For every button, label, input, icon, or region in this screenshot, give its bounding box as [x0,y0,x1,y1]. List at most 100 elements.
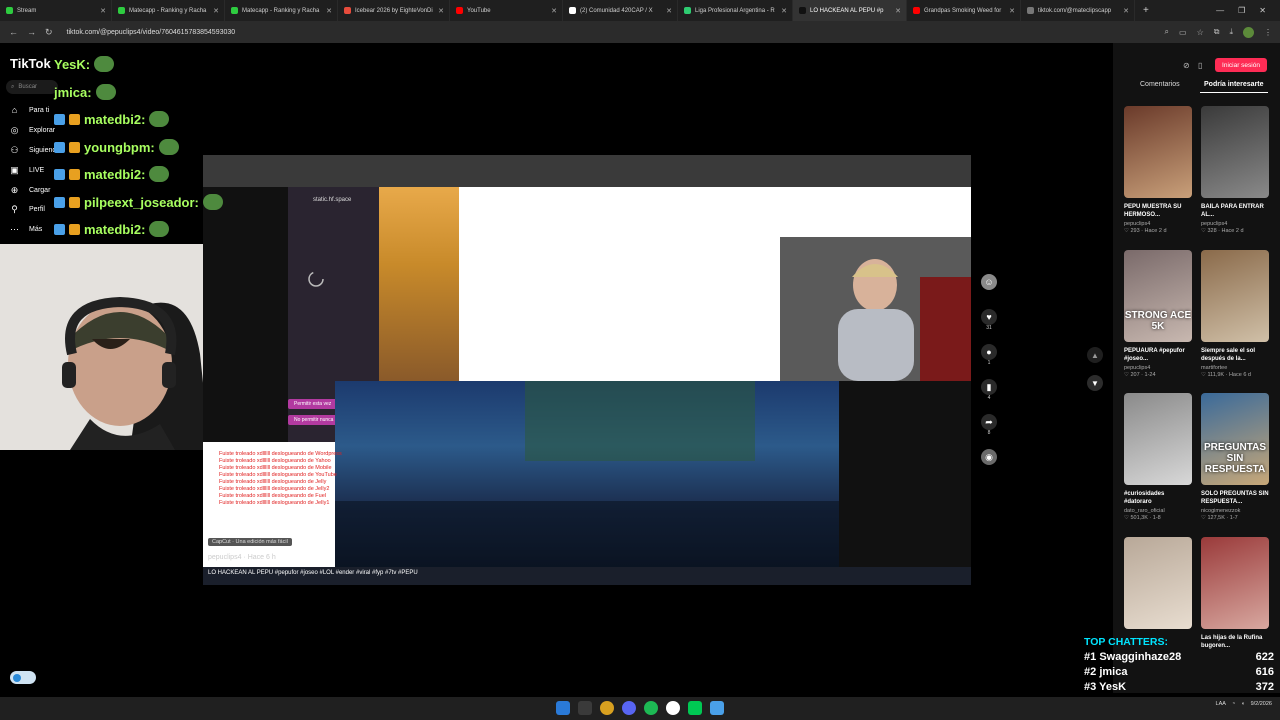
profile-avatar[interactable] [1243,26,1254,38]
recommended-card[interactable] [1124,537,1192,629]
recommended-card[interactable]: BAILA PARA ENTRAR AL... pepuclips4 ♡ 328 ·… [1201,106,1269,234]
maximize-icon[interactable]: ❐ [1238,6,1245,15]
action-bookmark[interactable]: ▮ 4 [980,379,998,401]
sidebar-item-5[interactable]: ⚲ Perfil [10,204,45,215]
browser-tab[interactable]: Stream ✕ [0,0,112,21]
app-green-icon[interactable] [688,701,702,715]
browser-tab[interactable]: (2) Comunidad 420CAP / X ✕ [563,0,678,21]
tab-close-icon[interactable]: ✕ [438,7,444,15]
top-chatter-row: #2 jmica 616 [1084,666,1274,678]
reload-icon[interactable]: ↻ [45,27,53,38]
files-icon[interactable] [578,701,592,715]
tab-close-icon[interactable]: ✕ [326,7,332,15]
sidebar-item-0[interactable]: ⌂ Para ti [10,105,49,115]
spotify-icon[interactable] [644,701,658,715]
tray-lang[interactable]: LAA [1216,701,1226,707]
cast-icon[interactable]: ⊘ [1183,61,1190,70]
browser-tab[interactable]: Icebear 2026 by EighteVonDi ✕ [338,0,450,21]
login-button[interactable]: Iniciar sesión [1215,58,1267,72]
start-icon[interactable] [556,701,570,715]
browser-tab[interactable]: LO HACKEAN AL PEPU #p ✕ [793,0,907,21]
downloads-icon[interactable]: ⤓ [1229,27,1233,37]
chat-message: youngbpm: [54,139,179,155]
sidebar-item-6[interactable]: ⋯ Más [10,224,42,235]
chat-message: jmica: [54,84,116,100]
card-thumbnail [1201,250,1269,342]
browser-tab[interactable]: Matecapp - Ranking y Racha ✕ [112,0,225,21]
tab-close-icon[interactable]: ✕ [551,7,557,15]
card-author: pepuclips4 [1124,365,1151,371]
action-count: 31 [986,325,992,331]
tab-close-icon[interactable]: ✕ [213,7,219,15]
cast-icon[interactable]: ▭ [1179,28,1187,37]
action-heart[interactable]: ♥ 31 [980,309,998,331]
thumb-overlay-text: STRONG ACE 5K [1124,310,1192,332]
close-icon[interactable]: ✕ [1259,6,1266,15]
minimize-icon[interactable]: — [1216,6,1224,15]
capcut-badge[interactable]: CapCut · Una edición más fácil [208,538,292,546]
device-icon[interactable]: ▯ [1198,61,1202,70]
recommended-card[interactable]: #curiosidades #datoraro dato_raro_oficial… [1124,393,1192,521]
recommended-card[interactable]: PEPU MUESTRA SU HERMOSO... pepuclips4 ♡ 29… [1124,106,1192,234]
compass-icon: ◎ [10,125,19,135]
recommended-card[interactable]: Siempre sale el sol después de la... mart… [1201,250,1269,378]
sidebar-item-3[interactable]: ▣ LIVE [10,165,44,176]
sidebar-item-label: Explorar [29,127,56,134]
previous-video-button[interactable]: ▲ [1087,347,1103,363]
sidebar-item-2[interactable]: ⚇ Siguiendo [10,145,60,156]
tab-close-icon[interactable]: ✕ [1123,7,1129,15]
tab-label: tiktok.com/@mateclipscapp [1038,7,1112,14]
tab-close-icon[interactable]: ✕ [666,7,672,15]
tab-close-icon[interactable]: ✕ [895,7,901,15]
sidebar-item-4[interactable]: ⊕ Cargar [10,185,51,196]
browser-tab[interactable]: tiktok.com/@mateclipscapp ✕ [1021,0,1135,21]
sidebar-item-1[interactable]: ◎ Explorar [10,125,56,136]
zoom-icon[interactable]: ⌕ [1165,27,1169,37]
tab-comments[interactable]: Comentarios [1140,81,1180,88]
browser-tab[interactable]: Liga Profesional Argentina - R ✕ [678,0,793,21]
chrome-icon[interactable] [600,701,614,715]
extensions-icon[interactable]: ⧉ [1214,27,1220,37]
tiktok-logo[interactable]: TikTok [10,56,51,71]
toggle-switch[interactable] [10,671,36,684]
recommended-card[interactable]: STRONG ACE 5K PEPUAURA #pepufor #joseo...… [1124,250,1192,378]
main-video[interactable]: static.hf.space Permitir esta vez No per… [203,155,971,585]
browser-tab[interactable]: YouTube ✕ [450,0,563,21]
chat-message: matedbi2: [54,221,170,237]
chat-username: jmica: [54,84,92,100]
music-disc[interactable]: ◉ [980,449,998,465]
recommended-card[interactable]: Las hijas de la Rufina bugoren... [1201,537,1269,650]
search-input[interactable]: ⌕ Buscar [6,80,58,94]
next-video-button[interactable]: ▼ [1087,375,1103,391]
tab-close-icon[interactable]: ✕ [781,7,787,15]
obs-icon[interactable] [666,701,680,715]
browser-tab[interactable]: Matecapp - Ranking y Racha ✕ [225,0,338,21]
log-line: Fuiste troleado xdllllll deslogueando de… [219,465,332,471]
volume-icon[interactable]: ◖ [1241,701,1244,707]
tray-clock[interactable]: 9/2/2026 [1251,701,1272,707]
action-comment[interactable]: ● 1 [980,344,998,366]
star-icon[interactable]: ☆ [1197,28,1204,37]
browser-tab[interactable]: Grandpas Smoking Weed for ✕ [907,0,1021,21]
search-placeholder: Buscar [18,84,38,90]
wifi-icon[interactable]: ◔ [1232,701,1235,707]
action-share[interactable]: ➦ 8 [980,414,998,436]
new-tab-icon[interactable]: + [1143,5,1149,16]
recommended-card[interactable]: PREGUNTAS SIN RESPUESTA SOLO PREGUNTAS SI… [1201,393,1269,521]
back-icon[interactable]: ← [9,27,18,37]
tab-recommended[interactable]: Podría interesarte [1204,81,1264,88]
tab-close-icon[interactable]: ✕ [1009,7,1015,15]
forward-icon[interactable]: → [27,27,36,37]
tab-close-icon[interactable]: ✕ [100,7,106,15]
card-stats: ♡ 501,3K · 1-8 [1124,515,1161,521]
top-chatter-name: #3 YesK [1084,681,1126,693]
creator-avatar[interactable]: ☺ [980,274,998,290]
app-blue-icon[interactable] [710,701,724,715]
more-icon: ⋯ [10,224,19,234]
emote-icon [149,166,170,182]
url-field[interactable]: tiktok.com/@pepuclips4/video/76046157838… [67,29,236,36]
video-author[interactable]: pepuclips4 · Hace 6 h [208,554,276,561]
menu-icon[interactable]: ⋮ [1264,28,1272,37]
discord-icon[interactable] [622,701,636,715]
chat-message: matedbi2: [54,166,170,182]
